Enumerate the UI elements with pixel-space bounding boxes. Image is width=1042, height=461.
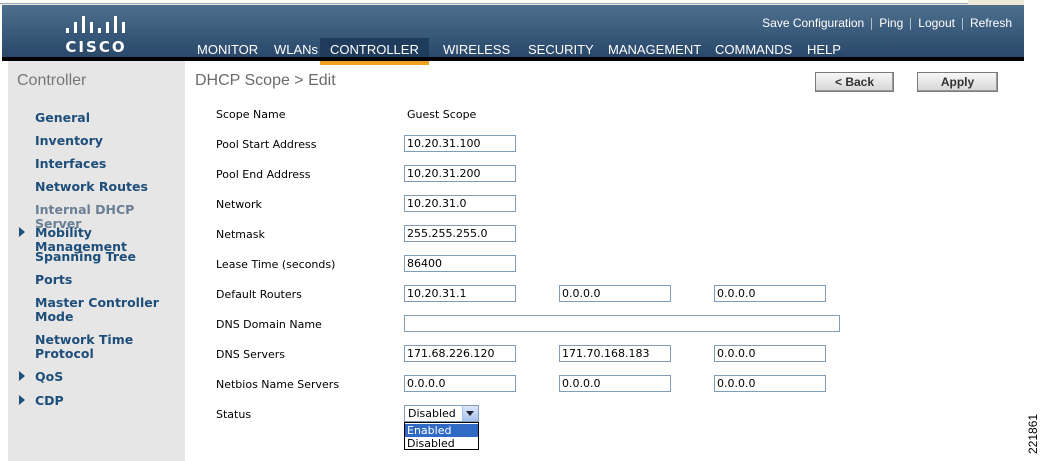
status-dropdown-list: Enabled Disabled (404, 422, 479, 450)
netbios-1-input[interactable]: 0.0.0.0 (404, 375, 516, 392)
utility-links: Save Configuration Ping Logout Refresh (758, 16, 1016, 30)
status-selected-value: Disabled (408, 407, 456, 420)
expand-arrow-icon[interactable] (19, 371, 25, 381)
sidebar-item-inventory[interactable]: Inventory (35, 134, 103, 148)
chevron-down-icon[interactable] (462, 406, 478, 421)
pool-start-input[interactable]: 10.20.31.100 (404, 135, 516, 152)
sidebar-item-interfaces[interactable]: Interfaces (35, 157, 106, 171)
status-select[interactable]: Disabled (404, 405, 479, 422)
dns-server-3-input[interactable]: 0.0.0.0 (714, 345, 826, 362)
sidebar: Controller General Inventory Interfaces … (8, 61, 185, 461)
expand-arrow-icon[interactable] (19, 227, 25, 237)
cisco-logo: CISCO (60, 13, 134, 57)
ping-link[interactable]: Ping (875, 16, 907, 30)
pool-end-label: Pool End Address (216, 168, 311, 181)
header-bar: CISCO Save Configuration Ping Logout Refres… (2, 5, 1024, 65)
sidebar-item-general[interactable]: General (35, 111, 90, 125)
sidebar-item-spanning-tree[interactable]: Spanning Tree (35, 250, 136, 264)
sidebar-item-qos[interactable]: QoS (35, 370, 63, 384)
netmask-input[interactable]: 255.255.255.0 (404, 225, 516, 242)
sidebar-item-network-routes[interactable]: Network Routes (35, 180, 148, 194)
network-input[interactable]: 10.20.31.0 (404, 195, 516, 212)
logo-text: CISCO (65, 38, 127, 56)
dns-server-2-input[interactable]: 171.70.168.183 (559, 345, 671, 362)
netbios-3-input[interactable]: 0.0.0.0 (714, 375, 826, 392)
expand-arrow-icon[interactable] (19, 395, 25, 405)
network-label: Network (216, 198, 262, 211)
dns-servers-label: DNS Servers (216, 348, 285, 361)
status-option-disabled[interactable]: Disabled (405, 437, 478, 450)
dns-domain-input[interactable] (404, 315, 840, 332)
netbios-label: Netbios Name Servers (216, 378, 340, 391)
pool-start-label: Pool Start Address (216, 138, 317, 151)
sidebar-item-master-controller-mode[interactable]: Master Controller Mode (35, 296, 165, 324)
default-router-3-input[interactable]: 0.0.0.0 (714, 285, 826, 302)
refresh-link[interactable]: Refresh (966, 16, 1016, 30)
default-router-1-input[interactable]: 10.20.31.1 (404, 285, 516, 302)
netmask-label: Netmask (216, 228, 265, 241)
save-configuration-link[interactable]: Save Configuration (758, 16, 868, 30)
cisco-bridge-icon (64, 13, 130, 33)
dns-domain-label: DNS Domain Name (216, 318, 322, 331)
scope-name-value: Guest Scope (407, 108, 477, 121)
sidebar-item-ports[interactable]: Ports (35, 273, 72, 287)
sidebar-title: Controller (17, 72, 87, 89)
lease-time-input[interactable]: 86400 (404, 255, 516, 272)
sidebar-item-network-time-protocol[interactable]: Network Time Protocol (35, 333, 165, 361)
default-router-2-input[interactable]: 0.0.0.0 (559, 285, 671, 302)
back-button[interactable]: < Back (815, 72, 894, 92)
sidebar-item-cdp[interactable]: CDP (35, 394, 64, 408)
figure-number: 221861 (1026, 413, 1040, 454)
scope-name-label: Scope Name (216, 108, 286, 121)
apply-button[interactable]: Apply (917, 72, 998, 92)
status-option-enabled[interactable]: Enabled (405, 424, 478, 437)
status-label: Status (216, 408, 252, 421)
lease-time-label: Lease Time (seconds) (216, 258, 336, 271)
pool-end-input[interactable]: 10.20.31.200 (404, 165, 516, 182)
dns-server-1-input[interactable]: 171.68.226.120 (404, 345, 516, 362)
default-routers-label: Default Routers (216, 288, 302, 301)
logout-link[interactable]: Logout (914, 16, 959, 30)
page-title: DHCP Scope > Edit (195, 72, 336, 89)
netbios-2-input[interactable]: 0.0.0.0 (559, 375, 671, 392)
